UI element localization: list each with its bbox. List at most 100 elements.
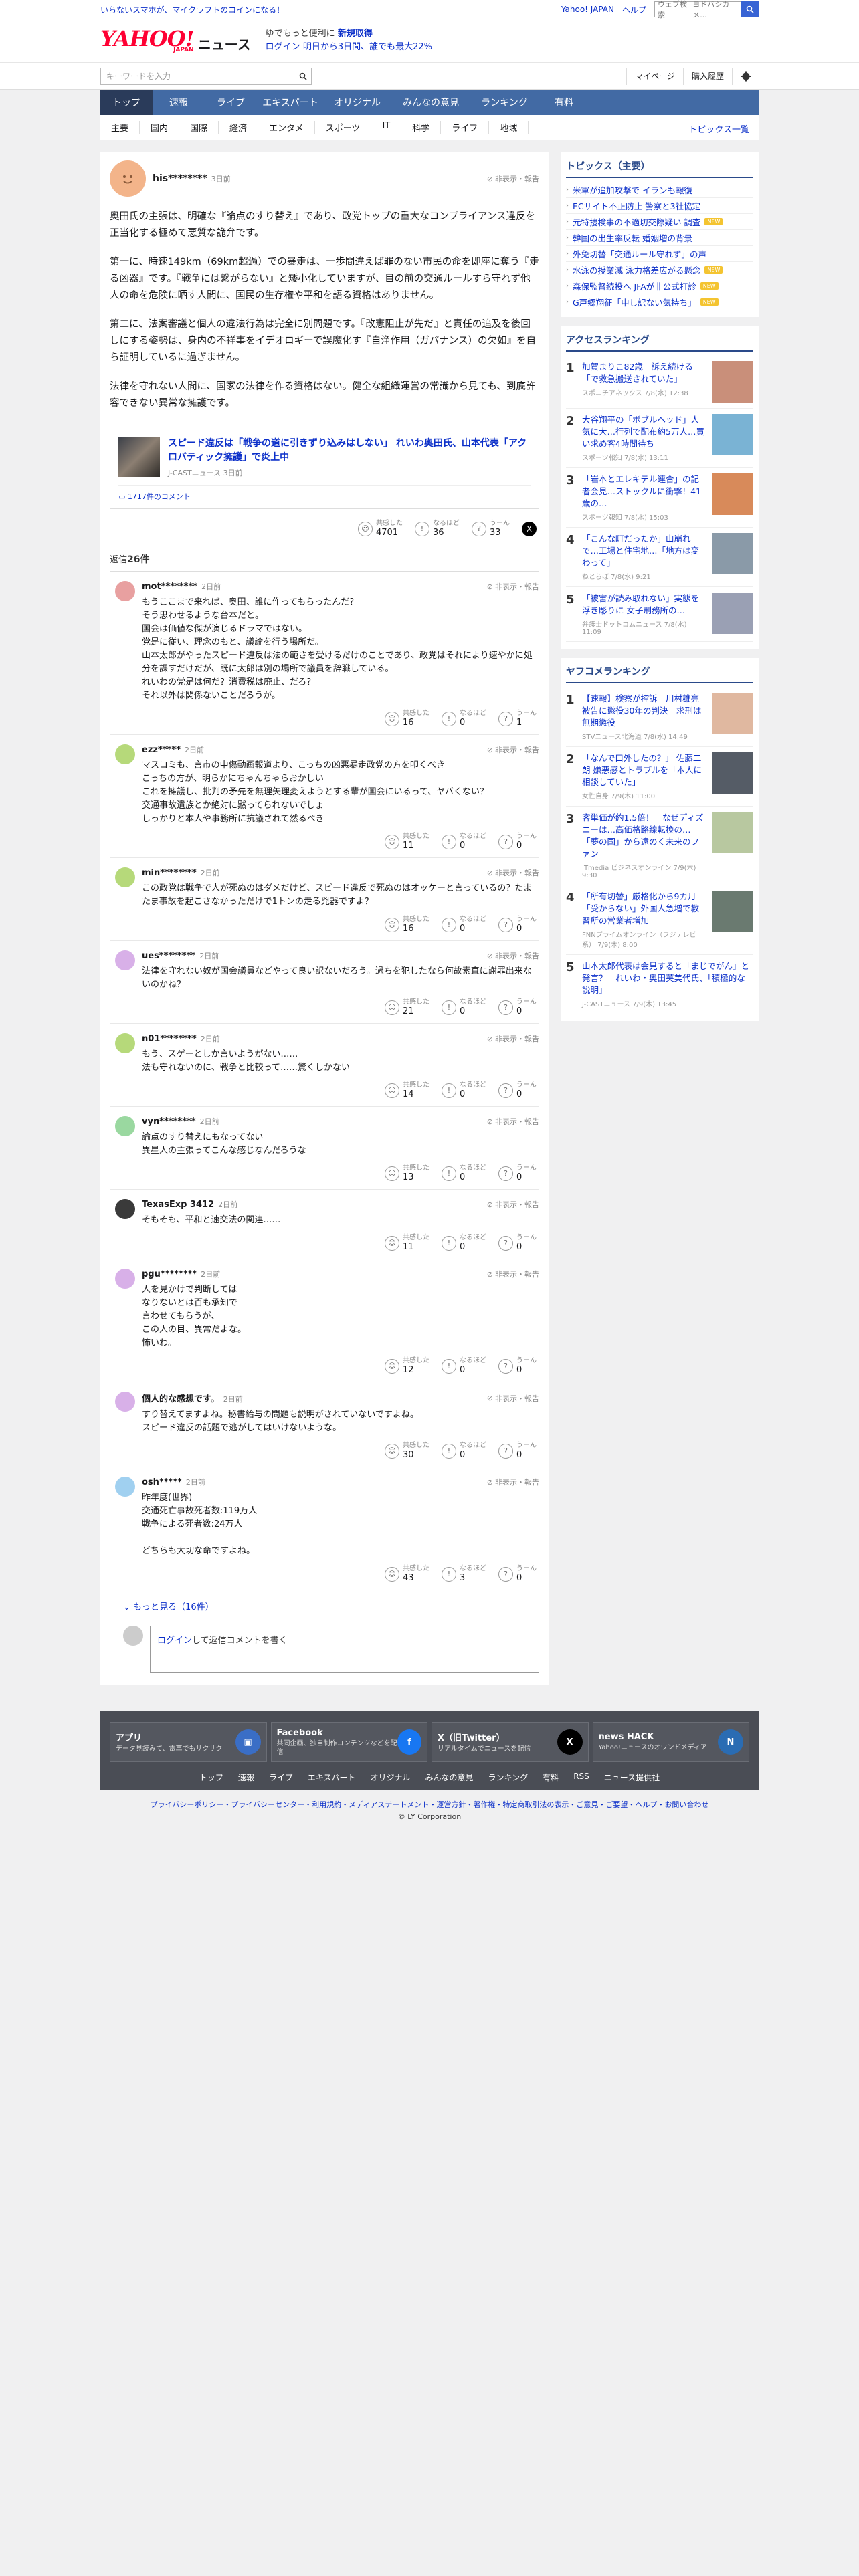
footer-card[interactable]: アプリ データ見読みて、電車でもサクサク ▣ — [110, 1722, 267, 1762]
topics-list-link[interactable]: トピックス一覧 — [675, 113, 759, 142]
category-domestic[interactable]: 国内 — [140, 121, 180, 134]
report-link[interactable]: ⊘ 非表示・報告 — [487, 1116, 539, 1127]
topic-item[interactable]: › 元特捜検事の不適切交際疑い 調査 NEW — [566, 214, 753, 230]
ranking-title[interactable]: 大谷翔平の「ボブルヘッド」人気に大…行列で配布約5万人…買い求め客4時間待ち — [582, 414, 706, 450]
web-search-button[interactable] — [741, 1, 759, 17]
ranking-title[interactable]: 加賀まりこ82歳 訴え続ける「で救急搬送されていた」 — [582, 361, 706, 385]
insight-button[interactable]: ! なるほど 0 — [442, 1442, 486, 1460]
ranking-item[interactable]: 3 客単価が約1.5倍！ なぜディズニーは…高価格路線転換の…「夢の国」から遠のく… — [566, 807, 753, 885]
hmm-button[interactable]: ? うーん 0 — [498, 1234, 537, 1252]
hmm-button[interactable]: ? うーん 0 — [498, 998, 537, 1016]
ranking-item[interactable]: 2 大谷翔平の「ボブルヘッド」人気に大…行列で配布約5万人…買い求め客4時間待ちス… — [566, 409, 753, 468]
category-it[interactable]: IT — [371, 121, 402, 134]
insight-button[interactable]: ! なるほど 0 — [442, 833, 486, 851]
ranking-title[interactable]: 山本太郎代表は会見すると「まじでがん」と発言？ れいわ・奥田芙美代氏、「積極的な… — [582, 960, 753, 996]
tab-live[interactable]: ライブ — [205, 90, 257, 115]
reply-username[interactable]: TexasExp 3412 — [142, 1200, 214, 1210]
x-share-icon[interactable]: X — [522, 521, 537, 536]
header-promo[interactable]: ゆでもっと便利に 新規取得 ログイン 明日から3日間、誰でも最大22% — [266, 27, 432, 54]
topic-item[interactable]: › ECサイト不正防止 警察と3社協定 — [566, 198, 753, 214]
category-world[interactable]: 国際 — [179, 121, 219, 134]
mypage-button[interactable]: マイページ — [626, 67, 683, 85]
insight-button[interactable]: ! なるほど 0 — [442, 1357, 486, 1375]
ranking-item[interactable]: 1 加賀まりこ82歳 訴え続ける「で救急搬送されていた」 スポニチアネックス 7/8… — [566, 356, 753, 409]
web-search-input[interactable]: ウェブ検索 ヨドバシカメ... — [654, 0, 741, 19]
hmm-button[interactable]: ? うーん 0 — [498, 1081, 537, 1099]
login-link[interactable]: ログイン — [157, 1636, 192, 1646]
hmm-button[interactable]: ? うーん 0 — [498, 1442, 537, 1460]
agree-button[interactable]: ☺ 共感した 12 — [385, 1357, 430, 1375]
reply-username[interactable]: osh***** — [142, 1477, 182, 1487]
agree-button[interactable]: ☺ 共感した 11 — [385, 833, 430, 851]
tab-ranking[interactable]: ランキング — [471, 90, 538, 115]
ranking-item[interactable]: 2 「なんで口外したの？」 佐藤二朗 嫌悪感とトラブルを「本人に相談していた」 女性… — [566, 747, 753, 807]
hmm-button[interactable]: ? うーん 0 — [498, 833, 537, 851]
report-link[interactable]: ⊘ 非表示・報告 — [487, 1269, 539, 1279]
linked-article-card[interactable]: スピード違反は「戦争の道に引きずり込みはしない」 れいわ奥田氏、山本代表「アクロ… — [110, 427, 539, 509]
report-link[interactable]: ⊘ 非表示・報告 — [487, 581, 539, 592]
article-title[interactable]: スピード違反は「戦争の道に引きずり込みはしない」 れいわ奥田氏、山本代表「アクロ… — [168, 437, 531, 465]
article-comments-link[interactable]: ▭ 1717件のコメント — [118, 485, 531, 502]
category-life[interactable]: ライフ — [441, 121, 490, 134]
topic-item[interactable]: › 韓国の出生率反転 婚姻増の背景 — [566, 230, 753, 246]
category-economy[interactable]: 経済 — [219, 121, 259, 134]
agree-button[interactable]: ☺ 共感した 14 — [385, 1081, 430, 1099]
agree-button[interactable]: ☺ 共感した 30 — [385, 1442, 430, 1460]
reply-input[interactable]: ログインして返信コメントを書く — [150, 1626, 539, 1673]
insight-button[interactable]: ! なるほど 36 — [415, 520, 460, 538]
insight-button[interactable]: ! なるほど 3 — [442, 1565, 486, 1583]
ranking-item[interactable]: 4 「所有切替」厳格化から9カ月「受からない」外国人急増で教習所の営業者増加 FNN… — [566, 885, 753, 955]
insight-button[interactable]: ! なるほど 0 — [442, 1234, 486, 1252]
footer-link[interactable]: 速報 — [238, 1772, 254, 1783]
insight-button[interactable]: ! なるほど 0 — [442, 1164, 486, 1182]
footer-link[interactable]: みんなの意見 — [425, 1772, 474, 1783]
ranking-title[interactable]: 「岩本とエレキテル連合」の記者会見…ストックルに衝撃！41歳の… — [582, 473, 706, 510]
footer-link[interactable]: 有料 — [543, 1772, 559, 1783]
footer-card[interactable]: X（旧Twitter） リアルタイムでニュースを配信 X — [432, 1722, 589, 1762]
keyword-input[interactable]: キーワードを入力 — [100, 67, 294, 85]
ranking-title[interactable]: 「被害が読み取れない」実態を浮き彫りに 女子刑務所の… — [582, 593, 706, 617]
insight-button[interactable]: ! なるほど 0 — [442, 710, 486, 728]
yahoo-japan-link[interactable]: Yahoo! JAPAN — [561, 5, 614, 14]
yahoo-news-logo[interactable]: YAHOO! JAPAN ニュース — [100, 28, 251, 53]
footer-link[interactable]: ニュース提供社 — [604, 1772, 660, 1783]
footer-card[interactable]: news HACK Yahoo!ニュースのオウンドメディア N — [592, 1722, 749, 1762]
keyword-search-button[interactable] — [294, 67, 312, 85]
hmm-button[interactable]: ? うーん 0 — [498, 1565, 537, 1583]
report-link[interactable]: ⊘ 非表示・報告 — [487, 173, 539, 184]
topic-item[interactable]: › 森保監督続投へ JFAが非公式打診 NEW — [566, 278, 753, 294]
footer-link[interactable]: ランキング — [488, 1772, 529, 1783]
ranking-item[interactable]: 5 山本太郎代表は会見すると「まじでがん」と発言？ れいわ・奥田芙美代氏、「積極的… — [566, 955, 753, 1014]
topic-item[interactable]: › 水泳の授業減 泳力格差広がる懸念 NEW — [566, 262, 753, 278]
settings-button[interactable] — [732, 67, 759, 85]
reply-username[interactable]: ezz***** — [142, 745, 181, 755]
ranking-item[interactable]: 4 「こんな町だったか」山崩れで…工場と住宅地…「地方は変わって」 ねとらぼ 7/8… — [566, 528, 753, 587]
ranking-title[interactable]: 「所有切替」厳格化から9カ月「受からない」外国人急増で教習所の営業者増加 — [582, 891, 706, 927]
report-link[interactable]: ⊘ 非表示・報告 — [487, 867, 539, 878]
help-link[interactable]: ヘルプ — [622, 4, 646, 15]
report-link[interactable]: ⊘ 非表示・報告 — [487, 1477, 539, 1487]
footer-link[interactable]: ライブ — [269, 1772, 293, 1783]
agree-button[interactable]: ☺ 共感した 43 — [385, 1565, 430, 1583]
footer-link[interactable]: オリジナル — [371, 1772, 411, 1783]
reply-username[interactable]: mot******** — [142, 582, 197, 592]
footer-link[interactable]: エキスパート — [308, 1772, 356, 1783]
ranking-item[interactable]: 5 「被害が読み取れない」実態を浮き彫りに 女子刑務所の… 弁護士ドットコムニュース… — [566, 587, 753, 642]
insight-button[interactable]: ! なるほど 0 — [442, 916, 486, 934]
ranking-title[interactable]: 客単価が約1.5倍！ なぜディズニーは…高価格路線転換の…「夢の国」から遠のく未… — [582, 812, 706, 860]
tab-opinions[interactable]: みんなの意見 — [391, 90, 471, 115]
hmm-button[interactable]: ? うーん 0 — [498, 916, 537, 934]
ranking-title[interactable]: 【速報】検察が控訴 川村雄亮被告に懲役30年の判決 求刑は無期懲役 — [582, 693, 706, 729]
footer-link[interactable]: トップ — [199, 1772, 223, 1783]
agree-button[interactable]: ☺ 共感した 16 — [385, 916, 430, 934]
hmm-button[interactable]: ? うーん 0 — [498, 1357, 537, 1375]
report-link[interactable]: ⊘ 非表示・報告 — [487, 1199, 539, 1210]
more-replies-button[interactable]: ⌄ もっと見る（16件） — [110, 1590, 539, 1619]
category-local[interactable]: 地域 — [489, 121, 529, 134]
agree-button[interactable]: ☺ 共感した 16 — [385, 710, 430, 728]
insight-button[interactable]: ! なるほど 0 — [442, 998, 486, 1016]
hmm-button[interactable]: ? うーん 33 — [472, 520, 510, 538]
reply-username[interactable]: 個人的な感想です。 — [142, 1394, 219, 1404]
top-promo-link[interactable]: いらないスマホが、マイクラフトのコインになる！ — [100, 4, 284, 15]
report-link[interactable]: ⊘ 非表示・報告 — [487, 1033, 539, 1044]
